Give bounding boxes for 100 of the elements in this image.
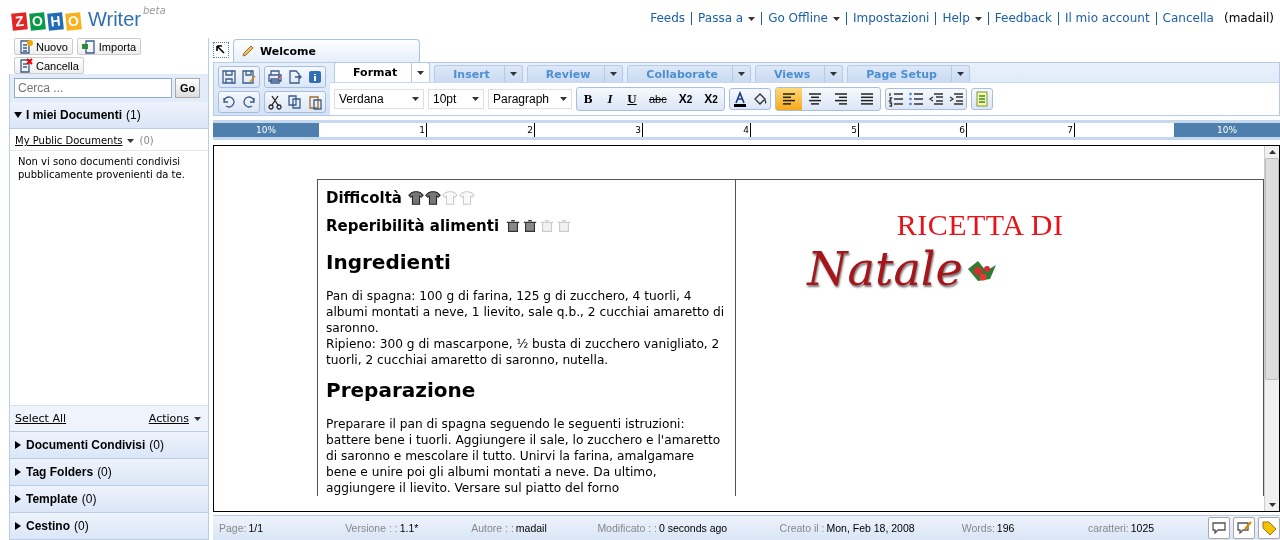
info-icon[interactable] bbox=[307, 69, 323, 85]
search-field[interactable]: Cerca ... bbox=[14, 78, 172, 98]
ruler-mark: 2 bbox=[427, 123, 535, 137]
rating-label: Reperibilità alimenti bbox=[326, 217, 500, 235]
save-icon[interactable] bbox=[221, 69, 237, 85]
empty-message: Non vi sono documenti condivisi pubblicamente provenienti da te. bbox=[17, 155, 186, 182]
undo-icon[interactable] bbox=[221, 94, 237, 110]
ruler-mark: 6 bbox=[859, 123, 967, 137]
shirt-icon bbox=[441, 190, 458, 206]
paste-icon[interactable] bbox=[307, 94, 323, 110]
align-justify-icon bbox=[858, 92, 875, 106]
pot-icon bbox=[556, 218, 573, 234]
header-link[interactable]: Feedback bbox=[987, 12, 1058, 25]
section-header[interactable]: I miei Documenti (1) bbox=[10, 102, 208, 129]
align-right-icon bbox=[832, 92, 849, 106]
save-as-icon[interactable] bbox=[241, 69, 257, 85]
header-link[interactable]: Feeds bbox=[644, 12, 692, 25]
toolbar-button[interactable]: Nuovo bbox=[14, 38, 73, 55]
delete-document-icon[interactable] bbox=[18, 57, 34, 74]
actions-menu[interactable]: Actions bbox=[148, 412, 201, 425]
document-count: (0) bbox=[139, 135, 154, 146]
expand-icon[interactable] bbox=[213, 42, 229, 58]
new-document-icon[interactable] bbox=[18, 38, 34, 55]
section-header[interactable]: Tag Folders (0) bbox=[10, 459, 208, 486]
pot-icon bbox=[539, 218, 556, 234]
caret-icon bbox=[194, 416, 201, 421]
status-value: 1/1 bbox=[248, 522, 264, 534]
caret-icon bbox=[472, 97, 479, 101]
document-tab[interactable]: Welcome bbox=[233, 39, 420, 62]
outdent-icon[interactable] bbox=[927, 91, 944, 107]
header-link[interactable]: Go Offline bbox=[761, 12, 846, 25]
underline-button[interactable]: U bbox=[621, 88, 643, 110]
print-icon[interactable] bbox=[267, 69, 283, 85]
toolbar-button[interactable]: Cancella bbox=[14, 57, 84, 74]
caret-icon bbox=[509, 72, 517, 76]
caret-icon bbox=[830, 72, 838, 76]
import-icon[interactable] bbox=[80, 38, 97, 55]
ruler-mark: 1 bbox=[319, 123, 427, 137]
username: (madail) bbox=[1222, 12, 1274, 25]
header-link[interactable]: Il mio account bbox=[1057, 12, 1156, 25]
section-heading: Preparazione bbox=[326, 378, 477, 402]
shirt-icon bbox=[458, 190, 475, 206]
align-button[interactable] bbox=[775, 88, 802, 110]
ribbon-tab[interactable]: Format bbox=[334, 62, 431, 82]
header-link[interactable]: Cancella bbox=[1155, 12, 1220, 25]
export-icon[interactable] bbox=[287, 69, 303, 85]
ruler-mark: 7 bbox=[967, 123, 1075, 137]
paragraph: Preparare il pan di spagna seguendo le seguenti istruzioni: battere bene i tuorli. Aggiungere il sale, lo zucchero e l'amaretto di saronno e mescolare il tutto. Unirvi la farina, amalgamare bene e unire poi gli albumi montati a neve. Da ultimo, aggiungere il lievito. Versare sul piatto del forno bbox=[326, 416, 722, 496]
edit-comment-icon[interactable] bbox=[1236, 520, 1252, 536]
bulleted-list-icon[interactable] bbox=[907, 91, 924, 107]
font-dropdown[interactable]: Verdana bbox=[334, 89, 424, 109]
font-size-dropdown[interactable]: 10pt bbox=[428, 89, 484, 109]
caret-icon bbox=[748, 16, 756, 21]
bold-button[interactable]: B bbox=[577, 88, 599, 110]
comment-icon[interactable] bbox=[1211, 520, 1227, 536]
text-color-icon[interactable] bbox=[731, 91, 748, 107]
ruler-mark: 5 bbox=[751, 123, 859, 137]
copy-icon[interactable] bbox=[287, 94, 303, 110]
toolbar-button[interactable]: Importa bbox=[76, 38, 142, 55]
christmas-recipe-image: RICETTA DI Natale bbox=[805, 207, 1065, 298]
header-link[interactable]: Impostazioni bbox=[846, 12, 936, 25]
scrollbar[interactable] bbox=[1264, 146, 1279, 511]
shirt-icon bbox=[424, 190, 441, 206]
ruler-margin[interactable]: 10% bbox=[213, 123, 319, 137]
numbered-list-icon[interactable] bbox=[887, 91, 904, 107]
caret-icon bbox=[737, 72, 745, 76]
shirt-icon bbox=[407, 190, 424, 206]
paragraph-style-dropdown[interactable]: Paragraph bbox=[488, 89, 572, 109]
pot-icon bbox=[505, 218, 522, 234]
caret-icon bbox=[956, 72, 964, 76]
public-documents-link[interactable]: My Public Documents bbox=[15, 135, 134, 146]
caret-icon bbox=[412, 97, 419, 101]
status-value: 0 seconds ago bbox=[658, 522, 728, 534]
cut-icon[interactable] bbox=[267, 94, 283, 110]
select-all-link[interactable]: Select All bbox=[15, 412, 67, 425]
italic-button[interactable]: I bbox=[599, 88, 621, 110]
status-label: Page: bbox=[219, 522, 247, 534]
section-heading: Ingredienti bbox=[326, 250, 452, 274]
caret-icon bbox=[974, 16, 982, 21]
section-header[interactable]: Documenti Condivisi (0) bbox=[10, 432, 208, 459]
go-button[interactable]: Go bbox=[175, 78, 201, 98]
scroll-down-icon[interactable] bbox=[1268, 503, 1276, 507]
status-label: caratteri: bbox=[1087, 522, 1129, 534]
header-link[interactable]: Passa a bbox=[691, 12, 762, 25]
status-label: Versione : : bbox=[345, 522, 398, 534]
section-header[interactable]: Template (0) bbox=[10, 486, 208, 513]
page-icon[interactable] bbox=[973, 91, 990, 107]
indent-icon[interactable] bbox=[947, 91, 964, 107]
strike-button[interactable]: abc bbox=[643, 88, 673, 110]
pencil-icon bbox=[242, 45, 254, 57]
ruler-margin[interactable]: 10% bbox=[1174, 123, 1280, 137]
status-label: Creato il : bbox=[779, 522, 825, 534]
status-value: madail bbox=[515, 522, 547, 534]
ruler-mark: 3 bbox=[535, 123, 643, 137]
redo-icon[interactable] bbox=[241, 94, 257, 110]
align-center-icon bbox=[806, 92, 823, 106]
tag-icon[interactable] bbox=[1261, 520, 1277, 536]
header-link[interactable]: Help bbox=[935, 12, 988, 25]
section-header[interactable]: Cestino (0) bbox=[10, 513, 208, 540]
scroll-up-icon[interactable] bbox=[1268, 150, 1276, 154]
